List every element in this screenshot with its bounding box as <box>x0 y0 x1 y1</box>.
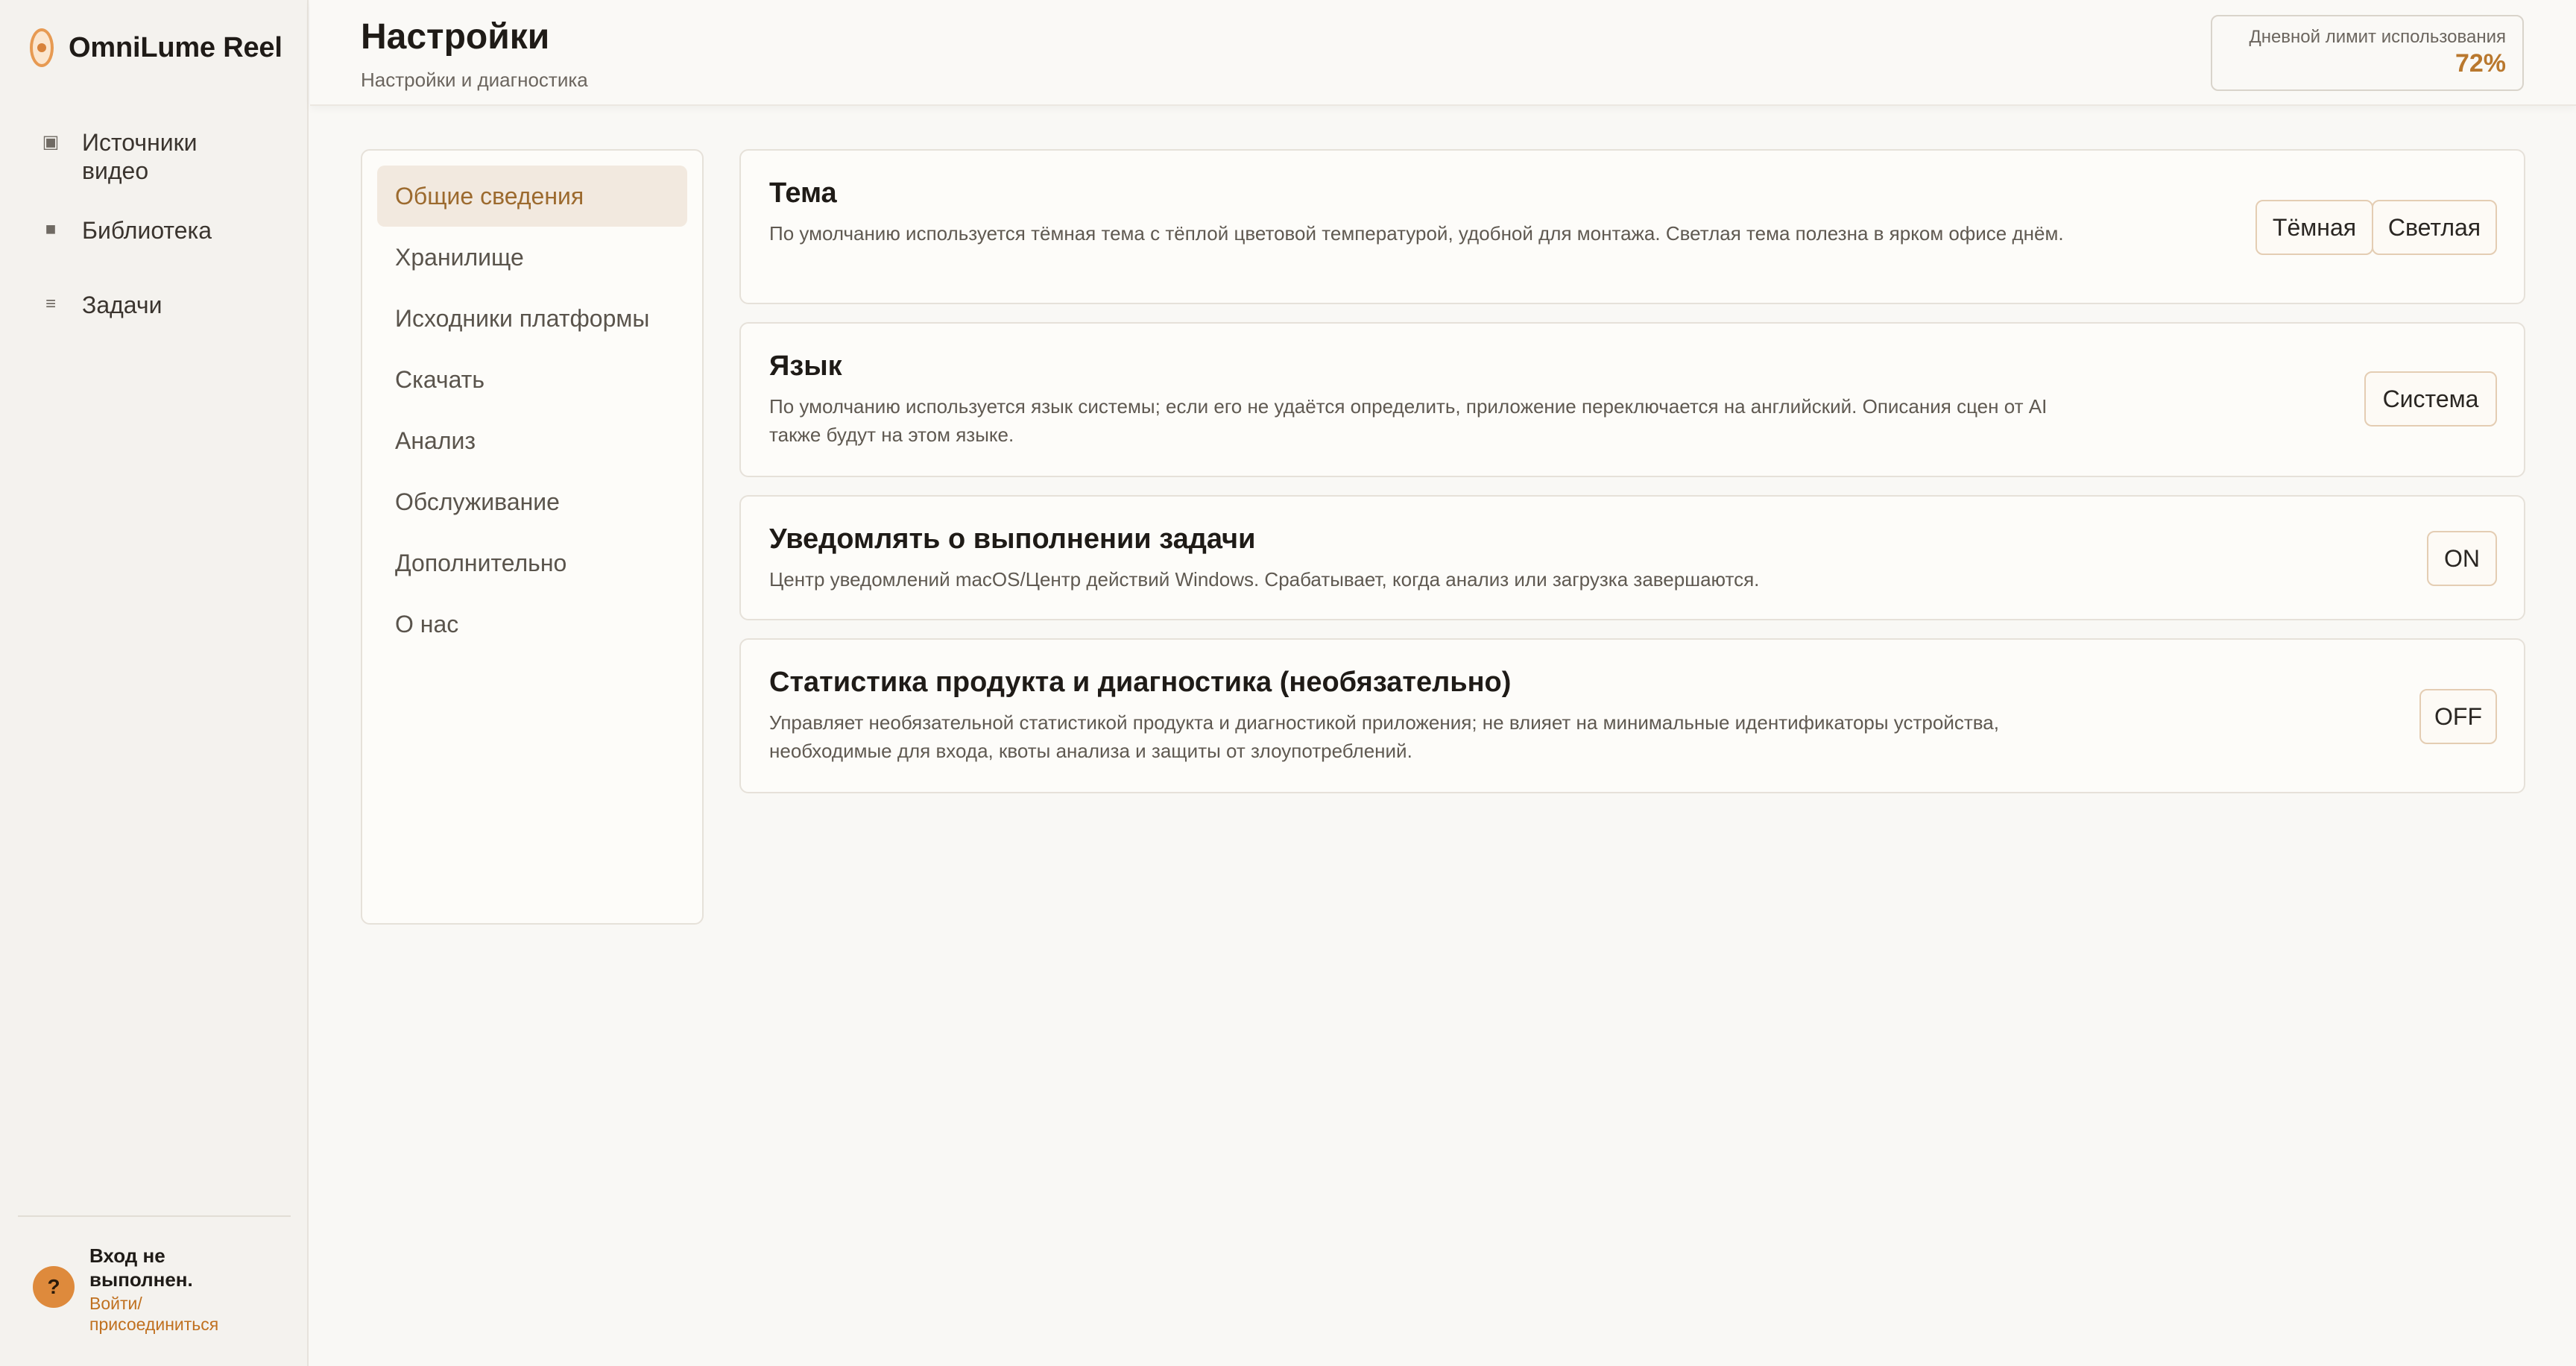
settings-nav-analysis[interactable]: Анализ <box>377 410 687 471</box>
avatar[interactable]: ? <box>33 1266 75 1308</box>
video-source-icon: ▣ <box>42 131 60 152</box>
page-subtitle: Настройки и диагностика <box>361 69 588 91</box>
sidebar-divider <box>18 1215 291 1217</box>
sidebar-item-library[interactable]: ■ Библиотека <box>40 216 253 245</box>
sidebar-item-video-sources[interactable]: ▣ Источники видео <box>40 128 253 185</box>
notify-toggle[interactable]: ON <box>2427 531 2497 586</box>
language-description: По умолчанию используется язык системы; … <box>769 395 2048 446</box>
theme-description: По умолчанию используется тёмная тема с … <box>769 222 2064 245</box>
settings-nav: Общие сведения Хранилище Исходники платф… <box>361 149 704 925</box>
app-logo-icon <box>30 28 54 67</box>
settings-nav-about[interactable]: О нас <box>377 594 687 655</box>
usage-limit-value: 72% <box>2455 49 2506 78</box>
login-link[interactable]: Войти/ присоединиться <box>89 1293 253 1335</box>
settings-nav-storage[interactable]: Хранилище <box>377 227 687 288</box>
sidebar-item-label: Библиотека <box>82 217 212 244</box>
telemetry-setting-card: Статистика продукта и диагностика (необя… <box>739 638 2525 793</box>
language-select[interactable]: Система <box>2364 371 2497 427</box>
settings-nav-download[interactable]: Скачать <box>377 349 687 410</box>
app-name: OmniLume Reel <box>69 31 282 63</box>
telemetry-title: Статистика продукта и диагностика (необя… <box>769 667 1512 698</box>
sidebar-item-label: Источники видео <box>82 129 198 184</box>
telemetry-description: Управляет необязательной статистикой про… <box>769 711 1999 762</box>
user-area: ? Вход не выполнен. Войти/ присоединитьс… <box>33 1244 253 1335</box>
sidebar-item-tasks[interactable]: ≡ Задачи <box>40 291 253 319</box>
usage-limit-badge: Дневной лимит использования 72% <box>2211 15 2524 91</box>
theme-light-button[interactable]: Светлая <box>2372 200 2497 255</box>
header: Настройки Настройки и диагностика Дневно… <box>310 0 2576 106</box>
sidebar: OmniLume Reel ▣ Источники видео ■ Библио… <box>0 0 309 1366</box>
theme-dark-button[interactable]: Тёмная <box>2255 200 2373 255</box>
login-status: Вход не выполнен. <box>89 1244 193 1291</box>
settings-nav-advanced[interactable]: Дополнительно <box>377 532 687 594</box>
telemetry-toggle[interactable]: OFF <box>2419 689 2497 744</box>
settings-nav-platform-sources[interactable]: Исходники платформы <box>377 288 687 349</box>
notify-description: Центр уведомлений macOS/Центр действий W… <box>769 568 1760 591</box>
library-icon: ■ <box>45 219 57 239</box>
theme-setting-card: Тема По умолчанию используется тёмная те… <box>739 149 2525 304</box>
settings-nav-maintenance[interactable]: Обслуживание <box>377 471 687 532</box>
notify-title: Уведомлять о выполнении задачи <box>769 523 1256 555</box>
brand[interactable]: OmniLume Reel <box>30 28 282 67</box>
theme-title: Тема <box>769 177 837 209</box>
language-setting-card: Язык По умолчанию используется язык сист… <box>739 322 2525 477</box>
page-title: Настройки <box>361 17 550 57</box>
tasks-icon: ≡ <box>45 294 56 314</box>
settings-nav-general[interactable]: Общие сведения <box>377 166 687 227</box>
notify-setting-card: Уведомлять о выполнении задачи Центр уве… <box>739 495 2525 620</box>
sidebar-item-label: Задачи <box>82 292 162 318</box>
usage-limit-label: Дневной лимит использования <box>2249 27 2506 47</box>
language-title: Язык <box>769 350 842 382</box>
